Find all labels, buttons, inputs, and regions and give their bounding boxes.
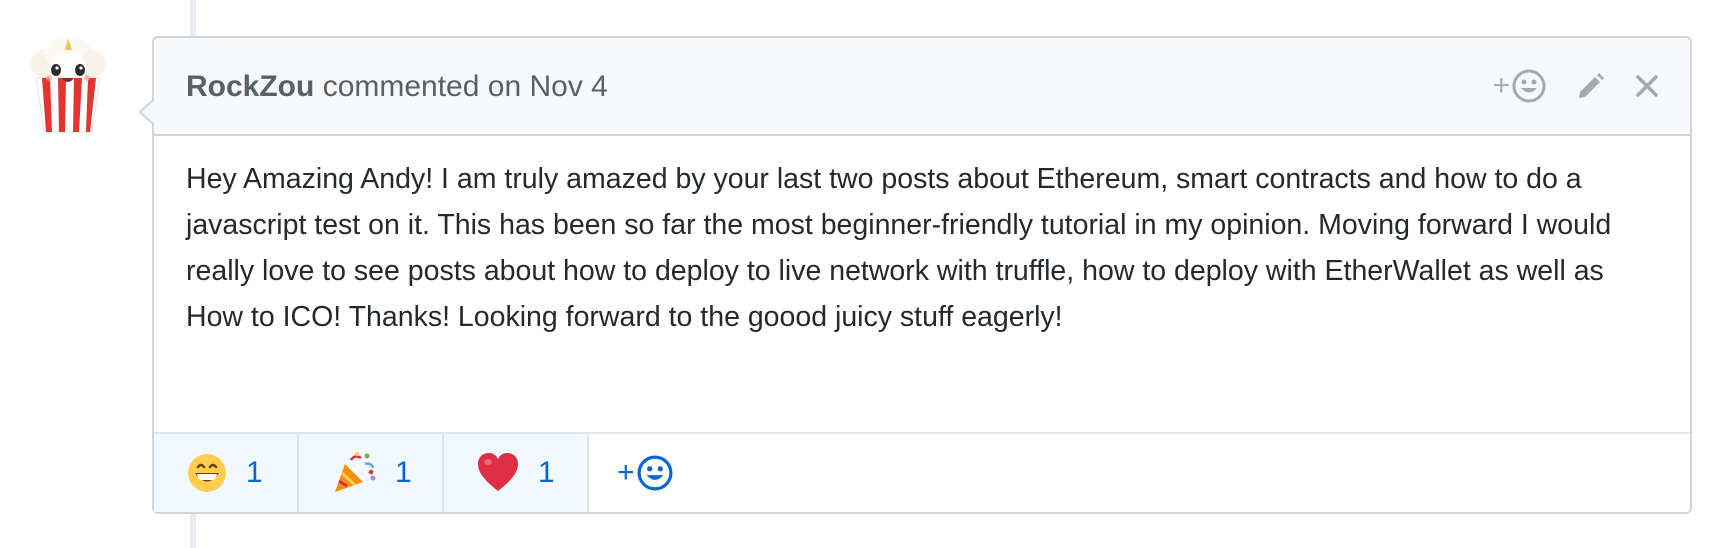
header-add-reaction-button[interactable]: + [1492, 69, 1546, 103]
reaction-count: 1 [538, 456, 555, 489]
close-icon [1636, 75, 1658, 97]
comment-actions: + [1492, 64, 1660, 108]
author-link[interactable]: RockZou [186, 70, 314, 103]
pencil-icon [1579, 73, 1604, 98]
comment-meta[interactable]: commented on Nov 4 [323, 70, 608, 103]
reaction-count: 1 [395, 456, 412, 489]
add-reaction-smiley-icon [637, 455, 673, 491]
delete-button[interactable] [1634, 73, 1660, 99]
reactions-bar: 1 1 1 + [154, 432, 1690, 512]
comment-header: RockZou commented on Nov 4 + [154, 38, 1690, 136]
reaction-heart-button[interactable]: 1 [444, 434, 589, 512]
comment-box: RockZou commented on Nov 4 + Hey Amazing… [138, 36, 1692, 514]
comment-body: Hey Amazing Andy! I am truly amazed by y… [186, 163, 1612, 333]
add-reaction-icon [1512, 69, 1546, 103]
avatar[interactable] [22, 34, 114, 134]
reaction-hooray-button[interactable]: 1 [299, 434, 444, 512]
reaction-count: 1 [246, 456, 263, 489]
reaction-grinning-button[interactable]: 1 [154, 434, 299, 512]
party-popper-emoji-icon [335, 452, 376, 492]
edit-button[interactable] [1574, 70, 1606, 102]
plus-label: + [1492, 69, 1510, 102]
add-reaction-button[interactable]: + [589, 434, 673, 512]
red-heart-emoji-icon [478, 453, 518, 491]
popcorn-avatar-icon [30, 38, 106, 133]
grinning-face-emoji-icon [188, 454, 226, 492]
comment-header-text: RockZou commented on Nov 4 [186, 70, 608, 104]
plus-label: + [617, 456, 635, 489]
comment-caret-fill [141, 100, 155, 124]
